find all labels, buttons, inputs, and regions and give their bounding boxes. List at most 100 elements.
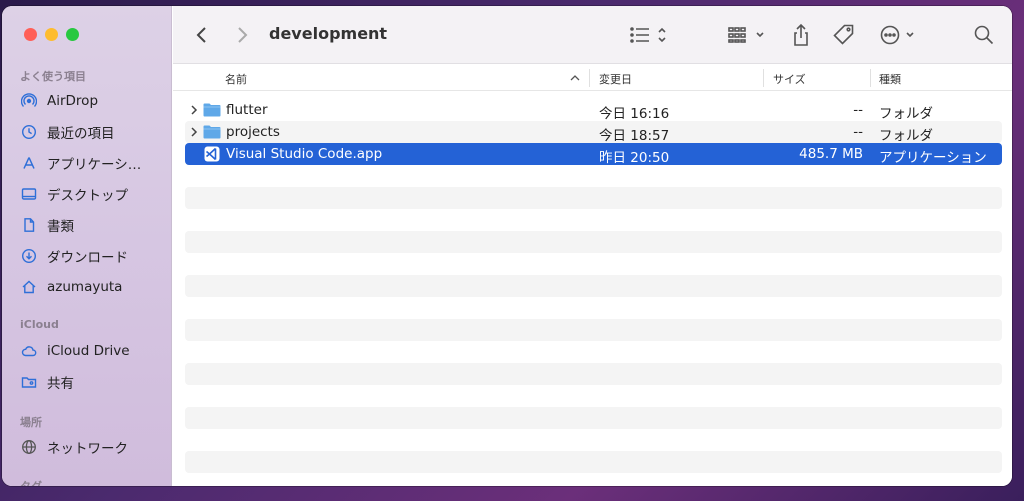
empty-row: [185, 363, 1002, 385]
sidebar-item-shared[interactable]: 共有: [20, 371, 165, 393]
airdrop-icon: [20, 92, 38, 110]
share-button[interactable]: [791, 23, 811, 47]
tag-icon: [833, 24, 854, 45]
column-divider[interactable]: [870, 69, 871, 87]
empty-row: [185, 165, 1002, 187]
applications-icon: [20, 154, 38, 172]
globe-icon: [20, 438, 38, 456]
cloud-icon: [20, 342, 38, 360]
file-size: 485.7 MB: [799, 146, 863, 162]
file-name: Visual Studio Code.app: [226, 146, 383, 162]
view-options-button[interactable]: [629, 23, 671, 47]
sidebar-item-documents[interactable]: 書類: [20, 214, 165, 236]
file-date: 昨日 20:50: [599, 150, 670, 166]
clock-icon: [20, 123, 38, 141]
file-row-projects[interactable]: projects 今日 18:57 -- フォルダ: [185, 121, 1002, 144]
action-button[interactable]: [879, 23, 919, 47]
file-browser: development 名前 変更日 サイズ 種類 flutter 今日 16:…: [173, 6, 1012, 486]
more-icon: [880, 25, 914, 45]
window-title: development: [269, 24, 388, 43]
column-name[interactable]: 名前: [225, 71, 247, 87]
download-icon: [20, 247, 38, 265]
empty-row: [185, 407, 1002, 429]
empty-row: [185, 429, 1002, 451]
shared-folder-icon: [20, 373, 38, 391]
sidebar-item-label: 書類: [47, 219, 74, 235]
sidebar-item-label: 共有: [47, 376, 74, 392]
empty-row: [185, 209, 1002, 231]
file-size: --: [853, 124, 863, 140]
share-icon: [794, 23, 808, 46]
file-kind: アプリケーション: [879, 150, 987, 166]
desktop-icon: [20, 185, 38, 203]
toolbar: development: [173, 6, 1012, 64]
home-icon: [20, 278, 38, 296]
file-list: flutter 今日 16:16 -- フォルダ projects 今日 18:…: [185, 99, 1002, 473]
file-date: 今日 16:16: [599, 106, 670, 122]
sidebar-item-label: ネットワーク: [47, 441, 128, 457]
folder-icon: [203, 103, 221, 117]
sort-ascending-icon[interactable]: [570, 74, 580, 82]
back-button[interactable]: [195, 23, 209, 47]
empty-row: [185, 451, 1002, 473]
finder-window: よく使う項目 AirDrop 最近の項目 アプリケーシ… デスクトップ 書類 ダ…: [2, 6, 1012, 486]
sidebar-item-label: AirDrop: [47, 93, 99, 109]
tags-button[interactable]: [832, 23, 856, 47]
disclosure-chevron-icon[interactable]: [189, 125, 199, 139]
locations-section-title: 場所: [20, 416, 42, 429]
minimize-button[interactable]: [45, 28, 58, 41]
vscode-app-icon: [204, 146, 220, 162]
file-name: flutter: [226, 102, 268, 118]
empty-row: [185, 275, 1002, 297]
column-size[interactable]: サイズ: [773, 71, 806, 87]
sidebar-item-network[interactable]: ネットワーク: [20, 436, 165, 458]
tags-section-title: タグ: [20, 478, 42, 486]
search-icon: [974, 25, 994, 45]
sidebar-item-recents[interactable]: 最近の項目: [20, 121, 165, 143]
file-size: --: [853, 102, 863, 118]
close-button[interactable]: [24, 28, 37, 41]
empty-row: [185, 297, 1002, 319]
empty-row: [185, 187, 1002, 209]
sidebar-item-label: iCloud Drive: [47, 343, 130, 359]
sidebar-item-label: デスクトップ: [47, 188, 128, 204]
sidebar-item-label: 最近の項目: [47, 126, 115, 142]
sidebar-item-airdrop[interactable]: AirDrop: [20, 90, 165, 112]
chevron-left-icon: [196, 27, 206, 43]
column-date[interactable]: 変更日: [599, 71, 632, 87]
empty-row: [185, 231, 1002, 253]
sidebar-item-icloud-drive[interactable]: iCloud Drive: [20, 340, 165, 362]
file-name: projects: [226, 124, 280, 140]
column-divider[interactable]: [589, 69, 590, 87]
list-view-icon: [630, 27, 666, 43]
column-header: 名前 変更日 サイズ 種類: [173, 65, 1012, 91]
search-button[interactable]: [973, 23, 995, 47]
chevron-right-icon: [238, 27, 248, 43]
empty-row: [185, 253, 1002, 275]
sidebar-item-desktop[interactable]: デスクトップ: [20, 183, 165, 205]
favorites-section-title: よく使う項目: [20, 70, 86, 83]
file-row-flutter[interactable]: flutter 今日 16:16 -- フォルダ: [185, 99, 1002, 122]
file-row-vscode[interactable]: Visual Studio Code.app 昨日 20:50 485.7 MB…: [185, 143, 1002, 166]
zoom-button[interactable]: [66, 28, 79, 41]
group-button[interactable]: [727, 23, 769, 47]
file-kind: フォルダ: [879, 106, 933, 122]
icloud-section-title: iCloud: [20, 318, 59, 331]
disclosure-chevron-icon[interactable]: [189, 103, 199, 117]
file-kind: フォルダ: [879, 128, 933, 144]
window-controls: [24, 28, 79, 41]
sidebar-item-home[interactable]: azumayuta: [20, 276, 165, 298]
file-date: 今日 18:57: [599, 128, 670, 144]
sidebar: よく使う項目 AirDrop 最近の項目 アプリケーシ… デスクトップ 書類 ダ…: [2, 6, 172, 486]
sidebar-item-label: ダウンロード: [47, 250, 128, 266]
sidebar-item-label: アプリケーシ…: [47, 157, 142, 173]
sidebar-item-applications[interactable]: アプリケーシ…: [20, 152, 165, 174]
empty-row: [185, 341, 1002, 363]
sidebar-item-label: azumayuta: [47, 279, 123, 295]
column-kind[interactable]: 種類: [879, 71, 901, 87]
forward-button[interactable]: [235, 23, 249, 47]
sidebar-item-downloads[interactable]: ダウンロード: [20, 245, 165, 267]
column-divider[interactable]: [763, 69, 764, 87]
folder-icon: [203, 125, 221, 139]
document-icon: [20, 216, 38, 234]
